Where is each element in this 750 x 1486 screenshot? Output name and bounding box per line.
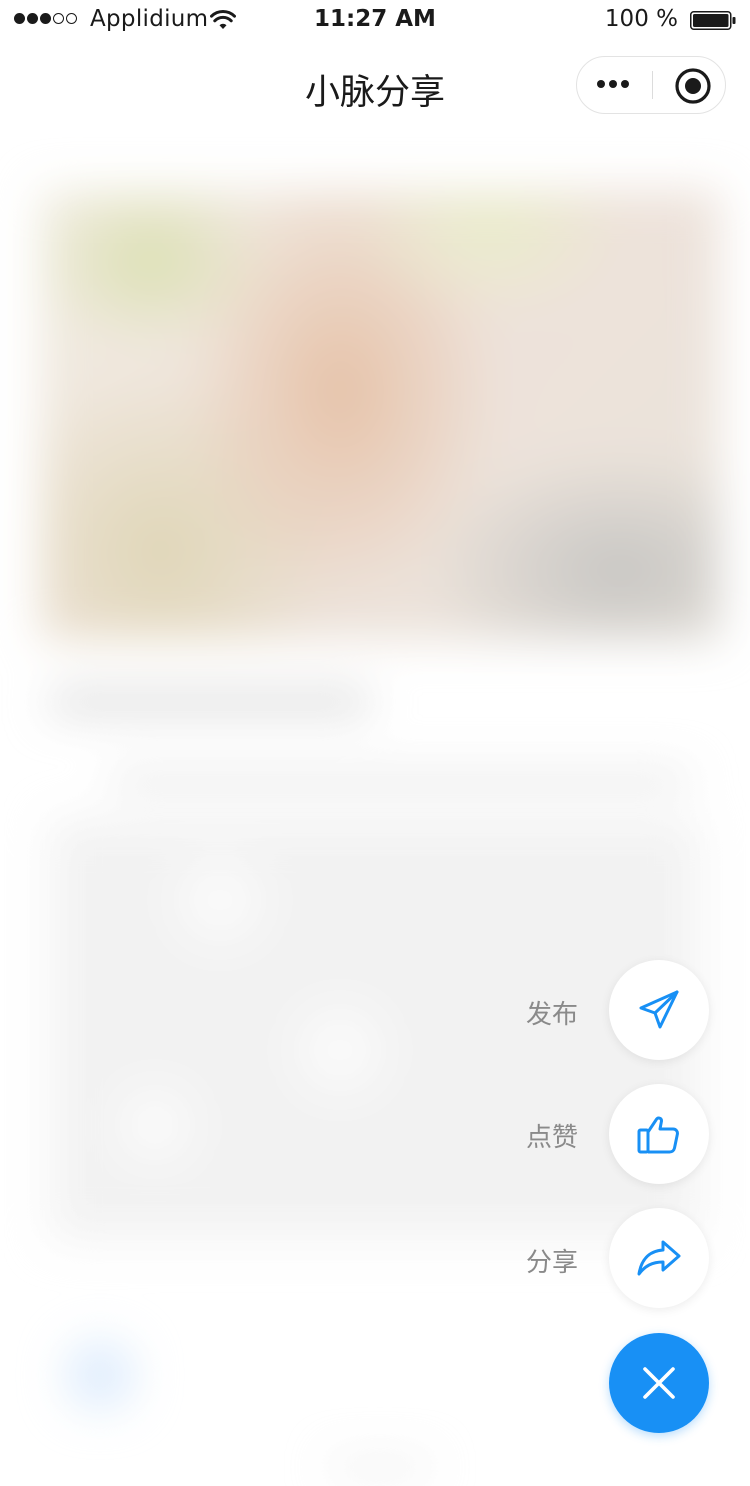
status-bar: Applidium 11:27 AM 100 % (0, 0, 750, 40)
mini-program-capsule (576, 56, 726, 114)
fab-label-publish: 发布 (525, 1000, 578, 1030)
battery-percentage: 100 % (604, 6, 678, 32)
capsule-divider (652, 71, 653, 99)
fab-label-like: 点赞 (525, 1123, 578, 1153)
fab-label-share: 分享 (525, 1248, 578, 1278)
publish-button[interactable] (609, 960, 709, 1060)
battery-icon (690, 11, 736, 30)
share-button[interactable] (609, 1208, 709, 1308)
paper-plane-icon (639, 990, 679, 1029)
like-button[interactable] (609, 1084, 709, 1184)
share-arrow-icon (637, 1240, 681, 1276)
close-icon (643, 1367, 675, 1399)
close-target-icon[interactable] (674, 67, 712, 105)
more-dots-icon[interactable] (595, 74, 631, 94)
fab-close-button[interactable] (609, 1333, 709, 1433)
thumbs-up-icon (637, 1116, 679, 1154)
